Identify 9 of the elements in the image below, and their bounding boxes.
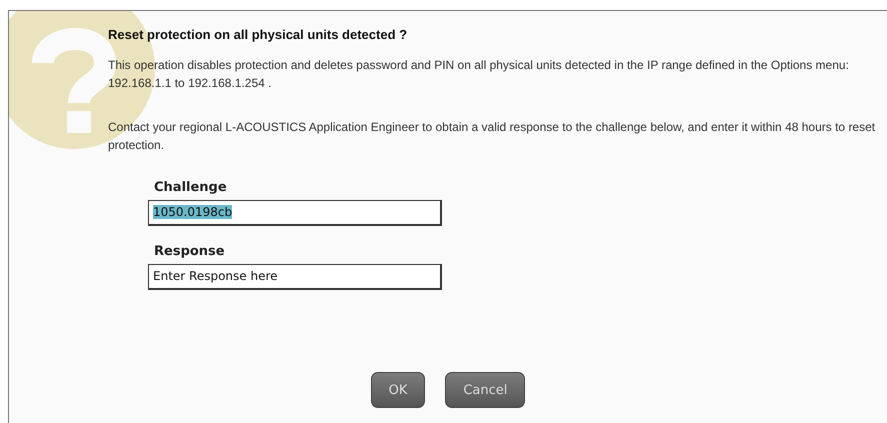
message-text: Contact your regional L-ACOUSTICS Application Engineer to obtain a valid response to the challenge below, and enter it within 48 hours to reset protection. [108,119,876,154]
input-field[interactable]: Enter Response here [148,264,442,290]
cancel-button[interactable]: Cancel [445,372,526,408]
ok-button[interactable]: OK [370,372,426,408]
dialog-title: Reset protection on all physical units detected ? [108,27,408,42]
field-label: Challenge [154,180,228,195]
field-label: Response [154,244,226,259]
input-field[interactable]: 1050.0198cb [148,200,442,226]
message-text: This operation disables protection and deletes password and PIN on all physical units detected in the IP range defined in the Options menu: 192.168.1.1 to 192.168.1.254 . [108,57,850,92]
